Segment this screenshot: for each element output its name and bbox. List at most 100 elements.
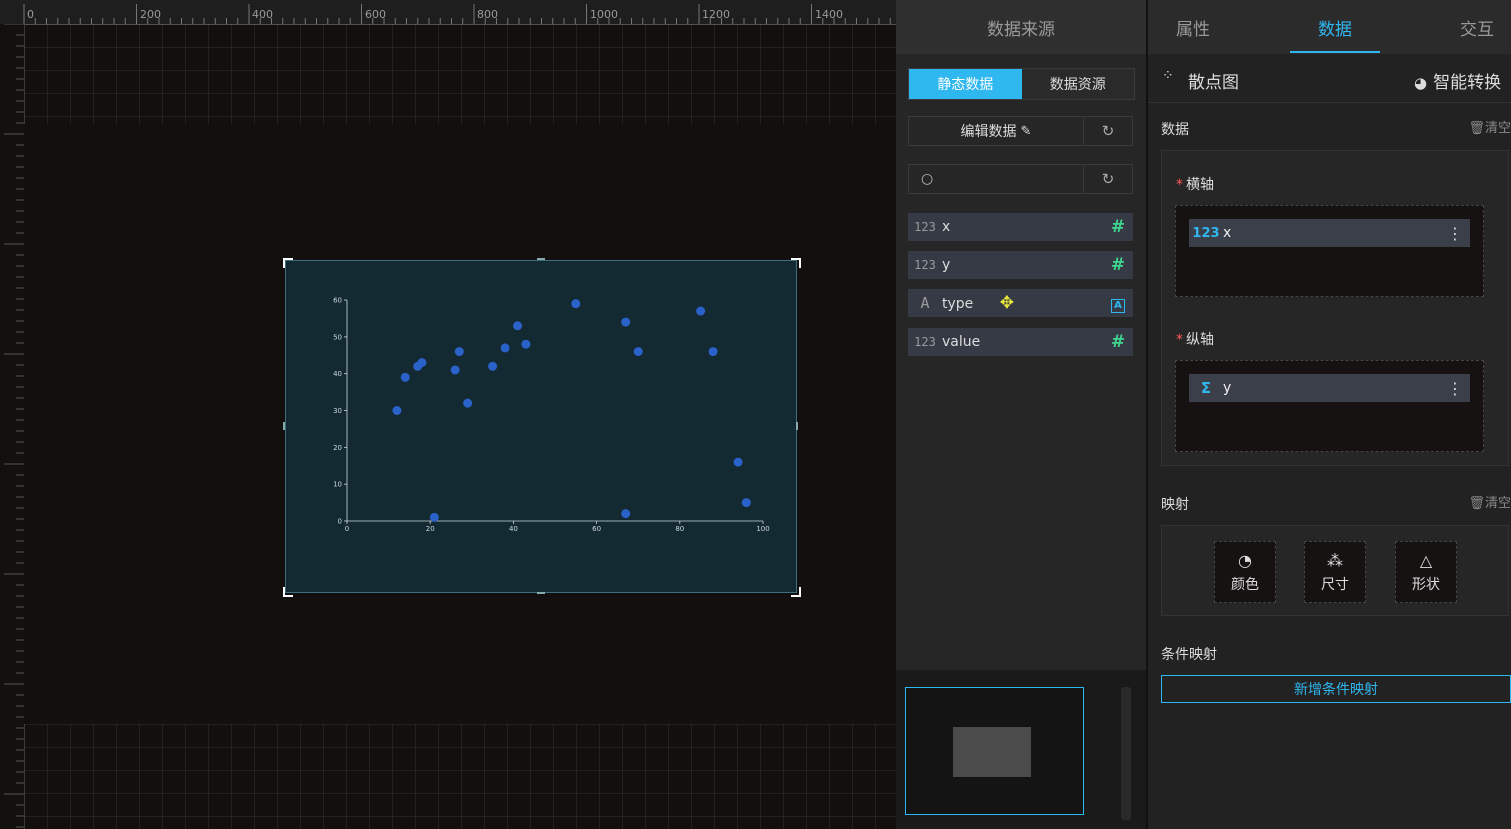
tab-data[interactable]: 数据 (1310, 0, 1360, 54)
y-axis-label-text: 纵轴 (1186, 332, 1214, 348)
more-options-icon[interactable]: ⋮ (1440, 379, 1470, 398)
field-search-row: ○ ↻ (908, 164, 1133, 194)
scatter-point (417, 358, 427, 368)
y-axis-field-pill[interactable]: Σ y ⋮ (1189, 374, 1470, 402)
field-item-y[interactable]: 123 y # (908, 251, 1133, 279)
scatter-point (696, 306, 706, 316)
field-label: type ✥ (942, 293, 1103, 313)
settings-tabs: 属性 数据 交互 (1148, 0, 1511, 54)
tab-properties[interactable]: 属性 (1168, 0, 1218, 54)
x-tick-label: 80 (675, 525, 684, 533)
minimap-scrollbar[interactable] (1121, 687, 1131, 820)
tab-interaction[interactable]: 交互 (1452, 0, 1502, 54)
minimap-viewport[interactable] (905, 687, 1084, 815)
resize-handle-top-right[interactable] (791, 258, 801, 268)
scatter-point (708, 347, 718, 357)
smart-convert-button[interactable]: ◕ 智能转换 (1414, 68, 1501, 93)
hash-icon: # (1110, 332, 1126, 352)
scatter-point (400, 372, 410, 382)
resize-handle-bottom-right[interactable] (791, 587, 801, 597)
field-label-text: type (942, 296, 974, 312)
move-cursor-icon: ✥ (999, 293, 1014, 313)
data-source-title: 数据来源 (896, 0, 1146, 54)
text-type-icon: A (920, 294, 930, 312)
ruler-label: 1000 (590, 8, 618, 21)
y-axis-label: * 纵轴 (1176, 332, 1214, 348)
field-item-value[interactable]: 123 value # (908, 328, 1133, 356)
scatter-point (463, 398, 473, 408)
vertical-ruler-ticks (4, 24, 24, 828)
refresh-icon[interactable]: ↻ (1084, 117, 1132, 145)
clear-data-button[interactable]: 🗑清空 (1468, 117, 1511, 136)
resize-handle-right[interactable] (796, 422, 798, 430)
horizontal-ruler: 0 200 400 600 800 1000 1200 1400 (0, 0, 896, 25)
text-kind-icon: A (1103, 293, 1133, 313)
clear-label: 清空 (1484, 496, 1511, 511)
scatter-point (454, 347, 464, 357)
settings-panel: 属性 数据 交互 ⁘ 散点图 ◕ 智能转换 数据 🗑清空 * 横轴 123 x ⋮ … (1148, 0, 1511, 829)
clear-label: 清空 (1484, 121, 1511, 136)
number-type-icon: 123 (914, 258, 936, 272)
color-label: 颜色 (1231, 576, 1259, 593)
pill-label: x (1223, 225, 1232, 241)
add-condition-button[interactable]: 新增条件映射 (1161, 675, 1511, 703)
reset-search-icon[interactable]: ↻ (1084, 165, 1132, 193)
scatter-point (741, 498, 751, 508)
canvas-area[interactable]: 0 200 400 600 800 1000 1200 1400 0 20 40 60… (0, 0, 896, 829)
size-mapping-button[interactable]: ⁂ 尺寸 (1304, 541, 1366, 603)
palette-icon: ◔ (1238, 550, 1252, 570)
ruler-label: 1200 (702, 8, 730, 21)
bubbles-icon: ⁂ (1327, 550, 1343, 570)
field-item-x[interactable]: 123 x # (908, 213, 1133, 241)
field-item-type[interactable]: A type ✥ A (908, 289, 1133, 317)
mapping-section-title: 映射 (1161, 497, 1189, 513)
scatter-chart-widget[interactable]: 0 20 40 60 80 100 0 10 20 30 40 50 60 (285, 260, 797, 593)
size-label: 尺寸 (1321, 576, 1349, 593)
hash-icon: # (1110, 217, 1126, 237)
number-type-icon: 123 (914, 335, 936, 349)
scatter-point (500, 343, 510, 353)
resize-handle-top[interactable] (537, 258, 545, 260)
vertical-ruler (0, 24, 25, 829)
palette-icon: ◕ (1414, 74, 1428, 92)
y-axis-drop-zone[interactable]: Σ y ⋮ (1175, 360, 1484, 452)
data-source-panel: 数据来源 静态数据 数据资源 编辑数据 ✎ ↻ ○ ↻ 123 x # 123 … (896, 0, 1146, 829)
resize-handle-left[interactable] (283, 422, 285, 430)
x-axis-field-pill[interactable]: 123 x ⋮ (1189, 219, 1470, 247)
resize-handle-bottom-left[interactable] (283, 587, 293, 597)
hash-icon: # (1110, 255, 1126, 275)
edit-data-label: 编辑数据 (960, 124, 1017, 140)
minimap-widget-shape (953, 727, 1031, 777)
scatter-point (392, 406, 402, 415)
resize-handle-top-left[interactable] (283, 258, 293, 268)
color-mapping-button[interactable]: ◔ 颜色 (1214, 541, 1276, 603)
active-tab-indicator (1290, 51, 1380, 53)
edit-data-button[interactable]: 编辑数据 ✎ (909, 117, 1084, 145)
trash-icon: 🗑 (1468, 496, 1485, 511)
x-tick-label: 0 (345, 525, 349, 533)
scatter-point (450, 365, 460, 375)
y-tick-label: 30 (333, 407, 342, 415)
data-resource-tab[interactable]: 数据资源 (1021, 69, 1134, 99)
y-tick-label: 40 (333, 370, 342, 378)
shape-mapping-button[interactable]: △ 形状 (1395, 541, 1457, 603)
scatter-point (429, 512, 439, 522)
smart-convert-label: 智能转换 (1433, 73, 1502, 93)
static-data-tab[interactable]: 静态数据 (909, 69, 1022, 99)
x-tick-label: 100 (756, 525, 769, 533)
search-icon: ○ (921, 171, 934, 187)
x-axis-label: * 横轴 (1176, 177, 1214, 193)
scatter-plot: 0 20 40 60 80 100 0 10 20 30 40 50 60 (333, 297, 770, 534)
clear-mapping-button[interactable]: 🗑清空 (1468, 492, 1511, 511)
scatter-point (621, 509, 631, 519)
data-section-title: 数据 (1161, 122, 1189, 138)
field-label: x (942, 219, 951, 235)
field-search-input[interactable]: ○ (909, 165, 1084, 193)
x-axis-drop-zone[interactable]: 123 x ⋮ (1175, 205, 1484, 297)
edit-data-row: 编辑数据 ✎ ↻ (908, 116, 1133, 146)
more-options-icon[interactable]: ⋮ (1440, 224, 1470, 243)
triangle-icon: △ (1419, 550, 1433, 570)
trash-icon: 🗑 (1468, 121, 1485, 136)
y-tick-label: 10 (333, 481, 342, 489)
resize-handle-bottom[interactable] (537, 592, 545, 594)
